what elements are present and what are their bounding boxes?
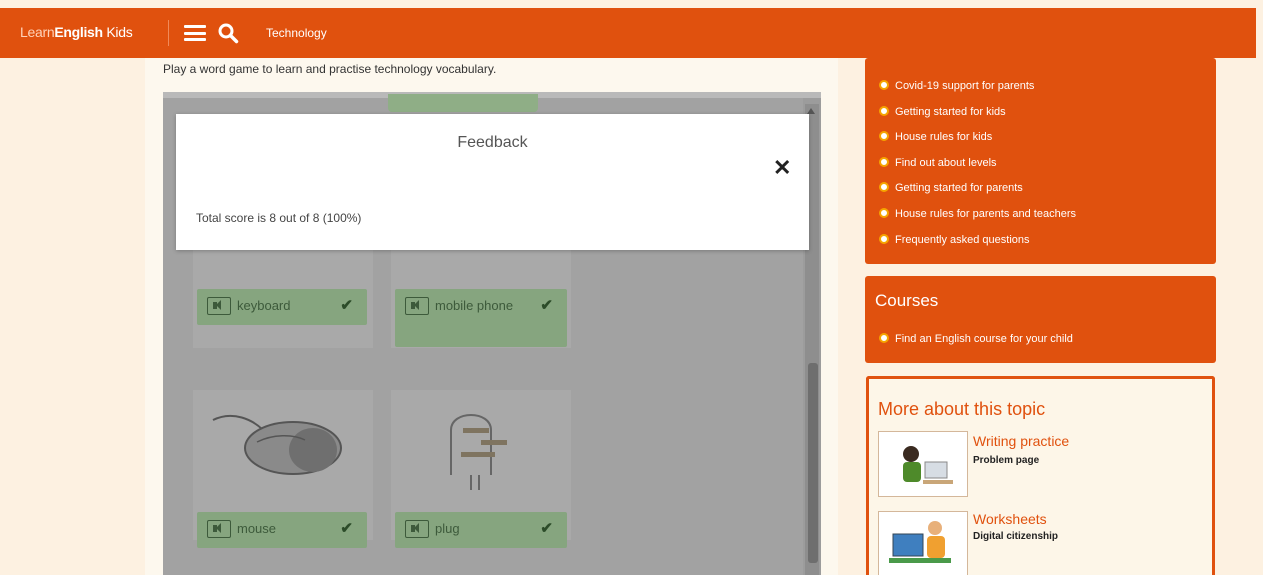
word-tile-plug[interactable]: plug ✔	[395, 512, 567, 548]
sidebar-courses: Courses Find an English course for your …	[865, 276, 1216, 363]
word-label: mouse	[237, 521, 277, 536]
resource-subtitle: Digital citizenship	[973, 531, 1059, 542]
bullet-icon	[879, 105, 889, 116]
dialog-title: Feedback	[457, 134, 528, 151]
more-about-topic: More about this topic Writing practice P…	[866, 376, 1215, 575]
logo-english-text: English	[54, 24, 103, 40]
resource-title-worksheets[interactable]: Worksheets	[973, 511, 1047, 527]
checkmark-icon: ✔	[340, 297, 353, 314]
bullet-icon	[879, 80, 889, 90]
word-label: mobile phone	[435, 298, 514, 313]
link-text: Find an English course for your child	[895, 333, 1073, 345]
link-text: Getting started for kids	[895, 105, 1006, 118]
sidebar-link-house-rules-parents[interactable]: House rules for parents and teachers	[879, 207, 1216, 233]
sidebar-help-links: Covid-19 support for parents Getting sta…	[865, 58, 1216, 264]
feedback-dialog: Feedback ✕ Total score is 8 out of 8 (10…	[176, 114, 809, 250]
link-text: Frequently asked questions	[895, 233, 1030, 246]
link-text: House rules for parents and teachers	[895, 207, 1076, 220]
link-text: House rules for kids	[895, 131, 993, 144]
search-icon[interactable]	[217, 22, 239, 44]
speaker-icon[interactable]	[207, 297, 231, 315]
word-label: plug	[435, 521, 460, 536]
speaker-icon[interactable]	[405, 297, 429, 315]
word-tile-mobile-phone[interactable]: mobile phone ✔	[395, 289, 567, 347]
resource-title-writing-practice[interactable]: Writing practice	[973, 433, 1069, 449]
bullet-icon	[879, 207, 889, 218]
courses-heading: Courses	[875, 291, 939, 310]
speaker-icon[interactable]	[405, 520, 429, 538]
hamburger-menu-icon[interactable]	[184, 25, 206, 41]
girl-at-computer-picture	[903, 446, 953, 484]
total-score-text: Total score is 8 out of 8 (100%)	[196, 211, 362, 225]
bullet-icon	[879, 182, 889, 193]
plug-picture	[450, 414, 507, 490]
sidebar-link-covid[interactable]: Covid-19 support for parents	[879, 79, 1216, 105]
resource-subtitle: Problem page	[973, 455, 1040, 466]
activity-intro: Play a word game to learn and practise t…	[163, 62, 497, 76]
word-tile-mouse[interactable]: mouse ✔	[197, 512, 367, 548]
sidebar-link-levels[interactable]: Find out about levels	[879, 156, 1216, 182]
checkmark-icon: ✔	[540, 297, 553, 314]
logo-learn-text: Learn	[20, 24, 55, 40]
checkmark-icon: ✔	[340, 520, 353, 537]
bullet-icon	[879, 131, 889, 142]
logo-kids-text: Kids	[102, 24, 133, 40]
sidebar-link-getting-started-kids[interactable]: Getting started for kids	[879, 105, 1216, 131]
sidebar-link-getting-started-parents[interactable]: Getting started for parents	[879, 181, 1216, 207]
checkmark-icon: ✔	[540, 520, 553, 537]
header-divider	[168, 20, 169, 46]
more-heading: More about this topic	[878, 399, 1046, 419]
word-label: keyboard	[237, 298, 291, 313]
link-text: Getting started for parents	[895, 182, 1023, 195]
bullet-icon	[879, 156, 889, 167]
scrollbar-thumb[interactable]	[808, 363, 818, 563]
breadcrumb-technology[interactable]: Technology	[266, 26, 327, 40]
link-text: Covid-19 support for parents	[895, 80, 1035, 92]
writing-practice-thumbnail[interactable]	[878, 431, 968, 497]
close-icon[interactable]: ✕	[773, 157, 791, 179]
game-top-label	[388, 94, 538, 112]
sidebar-link-faq[interactable]: Frequently asked questions	[879, 233, 1216, 259]
site-logo[interactable]: LearnEnglish Kids	[20, 24, 133, 40]
worksheets-thumbnail[interactable]	[878, 511, 968, 575]
mouse-picture	[212, 414, 342, 475]
kids-at-computer-picture	[889, 521, 951, 563]
courses-link[interactable]: Find an English course for your child	[879, 333, 1073, 345]
link-text: Find out about levels	[895, 156, 997, 169]
top-navigation-bar: LearnEnglish Kids Technology	[0, 8, 1256, 58]
bullet-icon	[879, 233, 889, 244]
bullet-icon	[879, 333, 889, 343]
word-tile-keyboard[interactable]: keyboard ✔	[197, 289, 367, 325]
sidebar-link-house-rules-kids[interactable]: House rules for kids	[879, 130, 1216, 156]
speaker-icon[interactable]	[207, 520, 231, 538]
